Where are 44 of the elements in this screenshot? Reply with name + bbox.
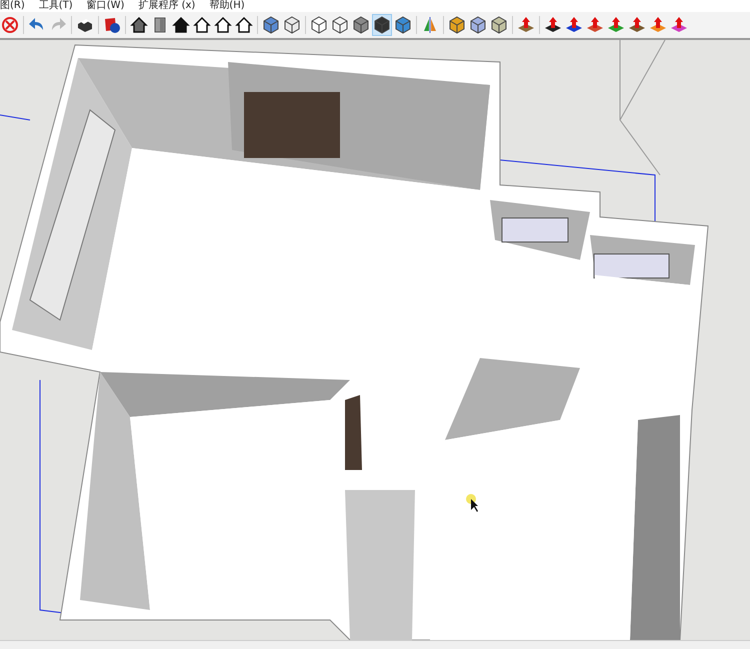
toolbar-button[interactable] (393, 14, 413, 36)
arrow-up-icon (649, 16, 667, 34)
toolbar-button[interactable] (129, 14, 149, 36)
arrow-up-icon (670, 16, 688, 34)
house-icon (214, 16, 232, 34)
cube-icon (469, 16, 487, 34)
cube-icon (310, 16, 328, 34)
cancel-icon (1, 16, 19, 34)
toolbar-button[interactable] (192, 14, 212, 36)
toolbar-button[interactable] (309, 14, 329, 36)
cube-icon (283, 16, 301, 34)
toolbar-button[interactable] (234, 14, 254, 36)
arrow-up-icon (544, 16, 562, 34)
cursor-icon (465, 493, 479, 513)
mirror-icon (421, 16, 439, 34)
arrow-up-icon (586, 16, 604, 34)
toolbar-button[interactable] (213, 14, 233, 36)
toolbar-button[interactable] (372, 14, 392, 36)
toolbar-button[interactable] (171, 14, 191, 36)
house-icon (193, 16, 211, 34)
cube-icon (373, 16, 391, 34)
toolbar-button[interactable] (489, 14, 509, 36)
toolbar-button[interactable] (282, 14, 302, 36)
toolbar-button[interactable] (261, 14, 281, 36)
cube-icon (331, 16, 349, 34)
house-icon (172, 16, 190, 34)
cube-icon (448, 16, 466, 34)
arrow-up-icon (628, 16, 646, 34)
cube-icon (394, 16, 412, 34)
house-icon (130, 16, 148, 34)
arrow-up-icon (517, 16, 535, 34)
cube-icon (490, 16, 508, 34)
arrow-up-icon (607, 16, 625, 34)
menu-item[interactable]: 帮助(H) (209, 0, 245, 12)
arrow-up-icon (565, 16, 583, 34)
toolbar-button[interactable] (468, 14, 488, 36)
toolbar-button[interactable] (351, 14, 371, 36)
cube-icon (262, 16, 280, 34)
toolbar-button[interactable] (330, 14, 350, 36)
menu-item[interactable]: 图(R) (0, 0, 25, 12)
menu-item[interactable]: 工具(T) (38, 0, 73, 12)
house-icon (235, 16, 253, 34)
toolbar-button[interactable] (447, 14, 467, 36)
cube-icon (352, 16, 370, 34)
